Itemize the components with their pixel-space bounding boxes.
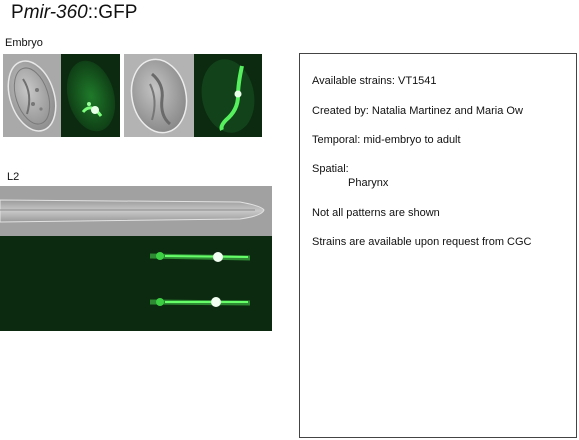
availability-text: Strains are available upon request from … [312, 236, 532, 248]
embryo-2-dic-image [124, 54, 194, 137]
info-box: Available strains: VT1541 Created by: Na… [299, 53, 577, 438]
embryo-label: Embryo [5, 37, 43, 49]
embryo-2-gfp-image [194, 54, 262, 137]
embryo-1-dic-image [3, 54, 61, 137]
spatial-value: Pharynx [348, 177, 389, 189]
title-prefix: P [11, 2, 24, 23]
embryo-1-gfp-image [61, 54, 120, 137]
l2-gfp-image [0, 236, 272, 331]
note-text: Not all patterns are shown [312, 207, 440, 219]
strains-text: Available strains: VT1541 [312, 75, 437, 87]
l2-label: L2 [7, 171, 20, 183]
spatial-label: Spatial: [312, 163, 349, 175]
page-title: Pmir-360::GFP [11, 1, 137, 25]
title-suffix: ::GFP [87, 2, 138, 23]
l2-dic-image [0, 186, 272, 236]
temporal-text: Temporal: mid-embryo to adult [312, 134, 461, 146]
title-gene: mir-360 [23, 2, 88, 23]
created-by-text: Created by: Natalia Martinez and Maria O… [312, 105, 523, 117]
